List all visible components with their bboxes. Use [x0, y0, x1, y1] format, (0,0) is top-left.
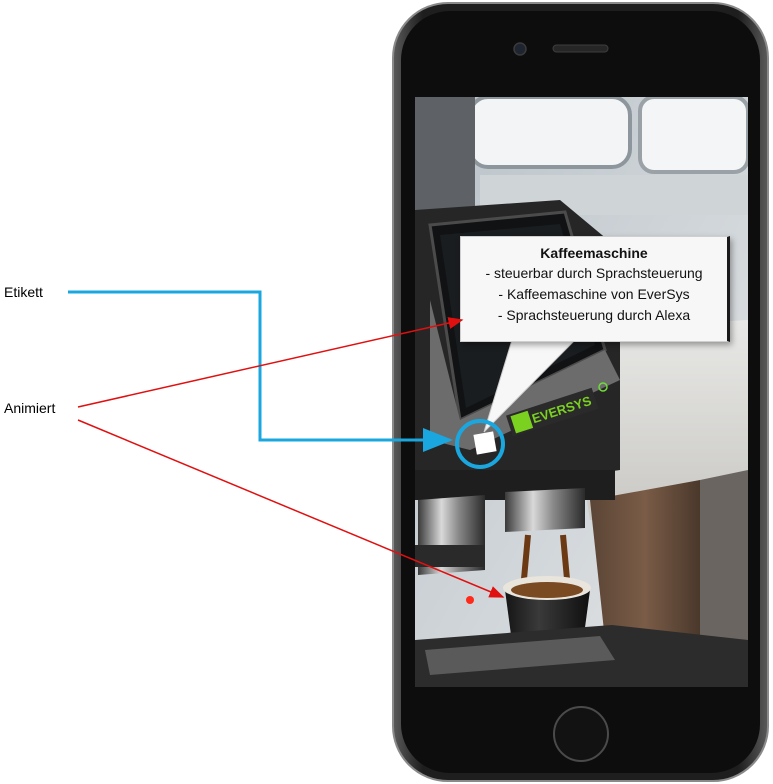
camera-photo: EVERSYS: [415, 97, 748, 687]
tooltip-line: - steuerbar durch Sprachsteuerung: [485, 265, 703, 281]
etikett-label: Etikett: [4, 284, 43, 300]
tooltip-line: - Kaffeemaschine von EverSys: [498, 286, 690, 302]
home-button[interactable]: [553, 706, 609, 762]
ar-tooltip: Kaffeemaschine - steuerbar durch Sprachs…: [460, 236, 730, 342]
tooltip-title: Kaffeemaschine: [540, 245, 648, 261]
animiert-label: Animiert: [4, 400, 56, 416]
front-camera-icon: [513, 42, 527, 56]
tooltip-line: - Sprachsteuerung durch Alexa: [497, 307, 691, 323]
speaker-grill: [552, 44, 609, 53]
phone-illustration: EVERSYS: [392, 2, 769, 782]
